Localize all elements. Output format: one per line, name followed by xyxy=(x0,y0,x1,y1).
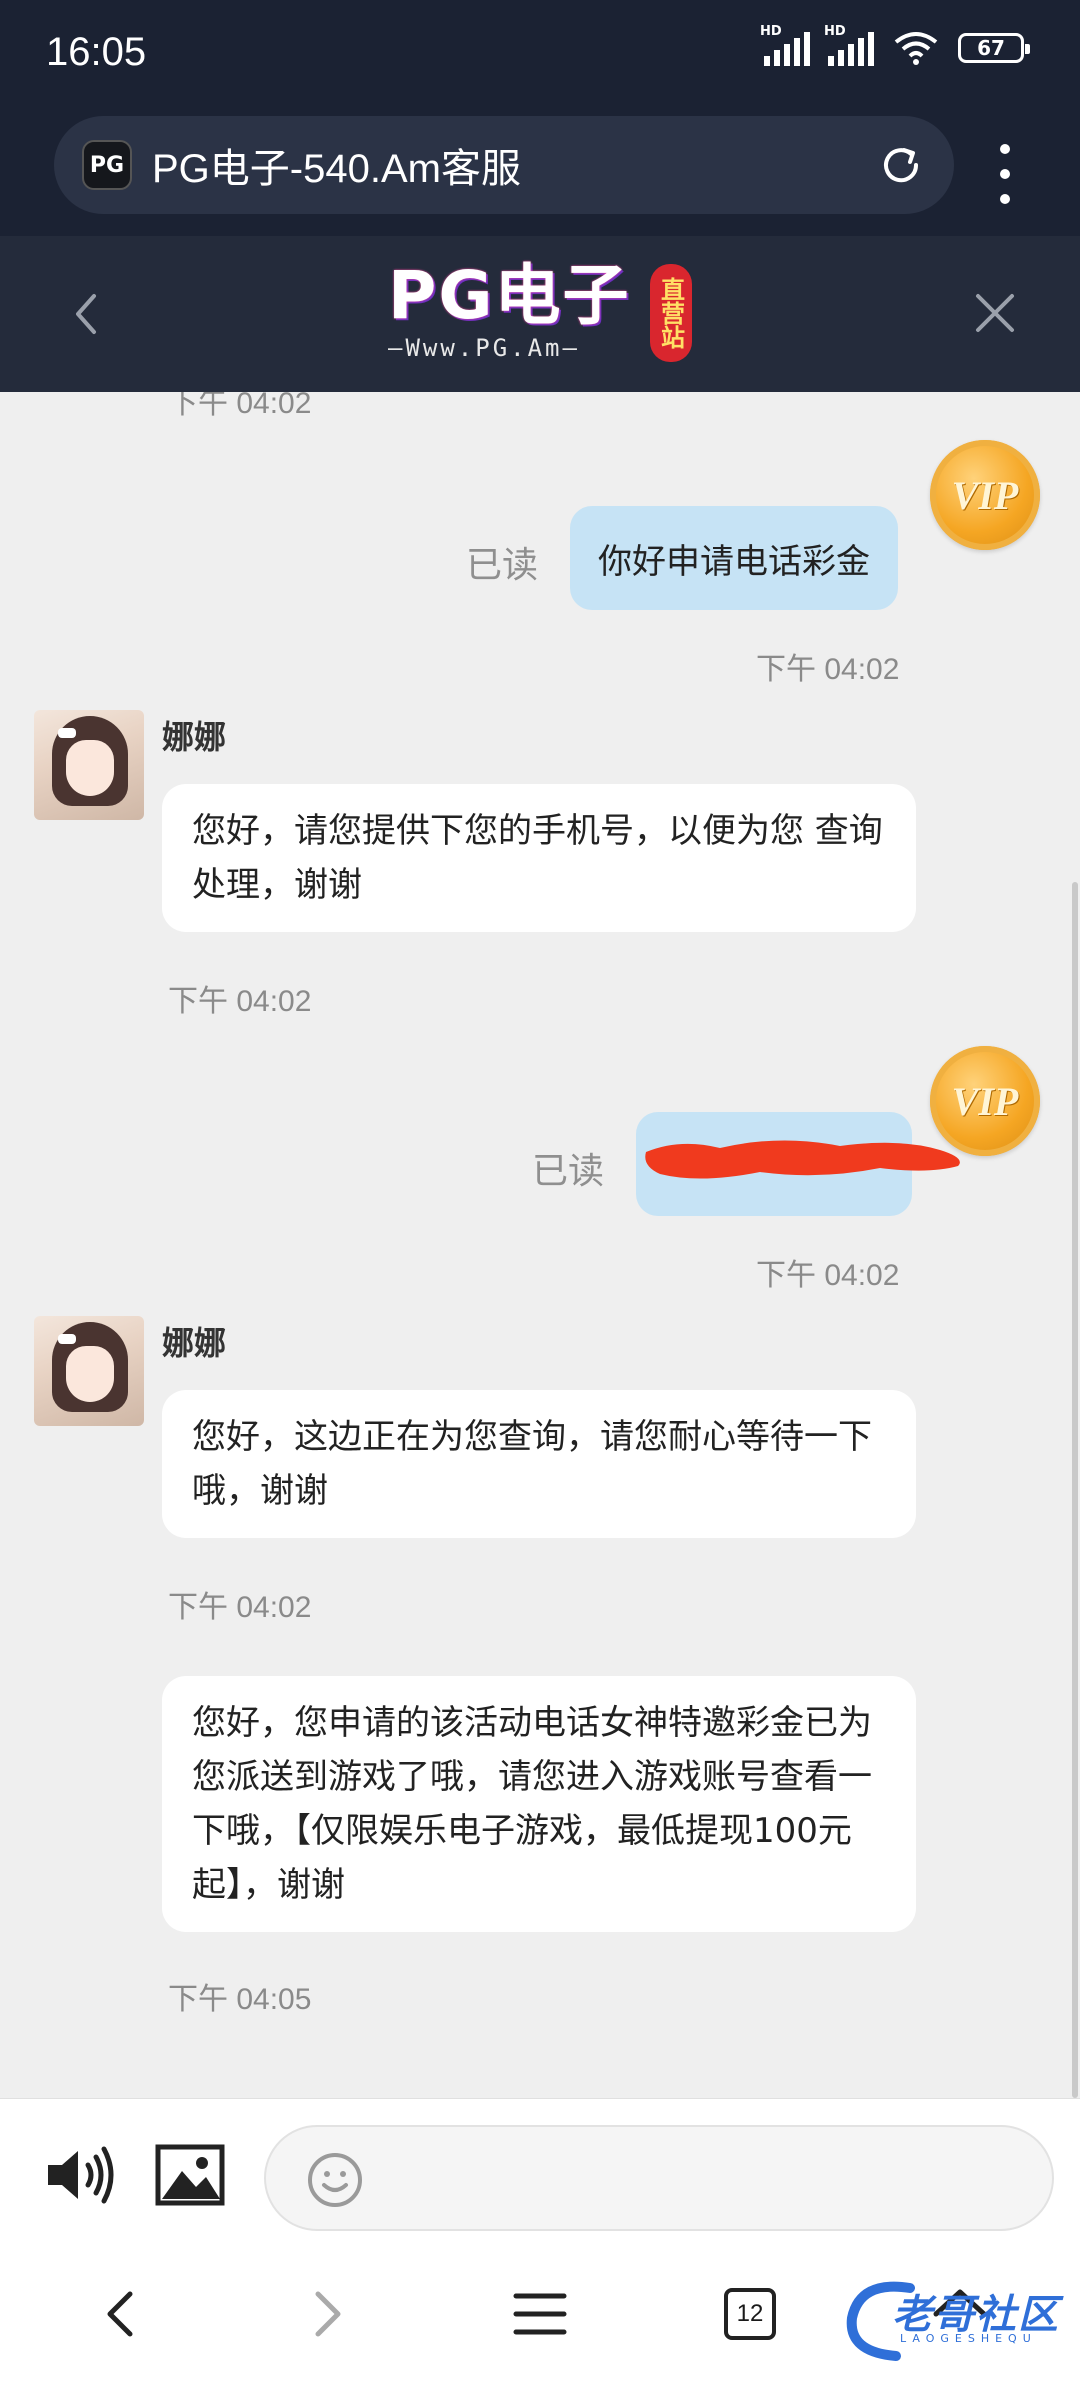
browser-bottom-nav: 12 老哥社区 LAOGESHEQU xyxy=(0,2238,1080,2400)
message-time: 下午 04:02 xyxy=(168,985,312,1018)
agent-avatar[interactable] xyxy=(34,710,144,820)
message-time: 下午 04:02 xyxy=(756,653,900,686)
signal-icon-2: HD xyxy=(824,24,874,66)
tabs-button[interactable]: 12 xyxy=(720,2284,780,2344)
battery-indicator: 67 xyxy=(958,33,1030,63)
logo-sub-text: —Www.PG.Am— xyxy=(388,334,580,362)
nav-forward-icon[interactable] xyxy=(298,2284,358,2344)
scrollbar[interactable] xyxy=(1072,882,1078,2098)
watermark-subtext: LAOGESHEQU xyxy=(900,2332,1037,2345)
sender-name: 娜娜 xyxy=(162,1324,227,1362)
close-icon[interactable] xyxy=(970,288,1020,338)
image-icon[interactable] xyxy=(154,2143,226,2207)
logo-badge: 直营站 xyxy=(650,264,692,362)
chat-header: PG电子 —Www.PG.Am— 直营站 xyxy=(0,236,1080,392)
sender-name: 娜娜 xyxy=(162,718,227,756)
incoming-message-bubble[interactable]: 您好，这边正在为您查询，请您耐心等待一下哦，谢谢 xyxy=(162,1390,916,1538)
agent-avatar[interactable] xyxy=(34,1316,144,1426)
site-favicon: PG xyxy=(82,140,132,190)
back-icon[interactable] xyxy=(60,286,110,342)
nav-menu-icon[interactable] xyxy=(510,2284,570,2344)
signal-hd-label: HD xyxy=(760,24,782,39)
vip-badge-icon: VIP xyxy=(930,440,1040,550)
reload-icon[interactable] xyxy=(878,142,924,188)
page-title[interactable]: PG电子-540.Am客服 xyxy=(152,136,521,194)
status-icons: HD HD 67 xyxy=(760,24,1030,66)
tab-count: 12 xyxy=(724,2288,776,2340)
logo-main-text: PG电子 xyxy=(388,257,631,334)
watermark-logo: 老哥社区 LAOGESHEQU xyxy=(840,2268,1070,2368)
message-time: 下午 04:02 xyxy=(168,1591,312,1624)
read-receipt: 已读 xyxy=(466,545,539,586)
message-time: 下午 04:02 xyxy=(168,392,312,420)
nav-back-icon[interactable] xyxy=(90,2284,150,2344)
signal-icon: HD xyxy=(760,24,810,66)
status-time: 16:05 xyxy=(46,30,147,74)
read-receipt: 已读 xyxy=(532,1151,605,1192)
outgoing-message-bubble[interactable]: 你好申请电话彩金 xyxy=(570,506,898,610)
message-input[interactable] xyxy=(264,2125,1054,2231)
signal-hd-label-2: HD xyxy=(824,24,846,39)
address-bar[interactable]: PG PG电子-540.Am客服 xyxy=(54,116,954,214)
message-time: 下午 04:02 xyxy=(756,1259,900,1292)
more-vert-icon[interactable] xyxy=(990,144,1020,204)
speaker-icon[interactable] xyxy=(44,2145,116,2205)
redaction-scribble xyxy=(645,1140,960,1179)
message-composer xyxy=(0,2098,1080,2238)
wifi-icon xyxy=(894,32,938,65)
status-bar: 16:05 HD HD 67 xyxy=(0,0,1080,108)
incoming-message-bubble[interactable]: 您好，您申请的该活动电话女神特邀彩金已为您派送到游戏了哦，请您进入游戏账号查看一… xyxy=(162,1676,916,1932)
chat-message-list[interactable]: 下午 04:02 VIP 已读 你好申请电话彩金 下午 04:02 娜娜 您好，… xyxy=(0,392,1080,2098)
incoming-message-bubble[interactable]: 您好，请您提供下您的手机号，以便为您 查询处理，谢谢 xyxy=(162,784,916,932)
browser-toolbar: PG PG电子-540.Am客服 xyxy=(0,108,1080,236)
message-time: 下午 04:05 xyxy=(168,1983,312,2016)
emoji-icon[interactable] xyxy=(306,2151,364,2209)
brand-logo: PG电子 —Www.PG.Am— 直营站 xyxy=(388,257,692,370)
